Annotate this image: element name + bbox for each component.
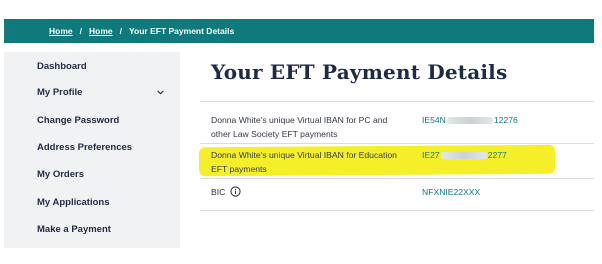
sidebar-item-label: Dashboard xyxy=(37,61,87,72)
iban-pc-value-prefix: IE54N xyxy=(422,115,446,125)
sidebar-item-address-preferences[interactable]: Address Preferences xyxy=(37,142,164,153)
divider xyxy=(200,210,594,211)
breadcrumb-home-link-2[interactable]: Home xyxy=(89,26,113,36)
page-title: Your EFT Payment Details xyxy=(211,60,508,84)
divider xyxy=(200,101,594,102)
sidebar-nav: Dashboard My Profile Change Password Add… xyxy=(4,52,180,248)
bic-value: NFXNIE22XXX xyxy=(422,187,481,197)
sidebar-item-change-password[interactable]: Change Password xyxy=(37,115,164,126)
breadcrumb-home-link[interactable]: Home xyxy=(49,26,73,36)
breadcrumb-separator: / xyxy=(79,26,82,36)
sidebar-item-my-profile[interactable]: My Profile xyxy=(37,87,164,98)
redacted-mask xyxy=(440,152,487,160)
divider xyxy=(200,143,594,144)
iban-education-value: IE27 2277 xyxy=(422,148,507,162)
sidebar-item-label: My Profile xyxy=(37,87,83,98)
breadcrumb-separator: / xyxy=(119,26,122,36)
iban-education-value-prefix: IE27 xyxy=(422,150,440,160)
breadcrumb: Home / Home / Your EFT Payment Details xyxy=(4,19,594,43)
sidebar-item-my-applications[interactable]: My Applications xyxy=(37,197,164,208)
iban-pc-value-suffix: 12276 xyxy=(493,115,518,125)
iban-education-value-suffix: 2277 xyxy=(487,150,507,160)
sidebar-item-dashboard[interactable]: Dashboard xyxy=(37,61,164,72)
iban-pc-value: IE54N 12276 xyxy=(422,113,518,127)
iban-pc-label: Donna White's unique Virtual IBAN for PC… xyxy=(211,115,388,139)
sidebar-item-label: My Orders xyxy=(37,169,84,180)
redacted-mask xyxy=(446,117,493,125)
sidebar-item-make-a-payment[interactable]: Make a Payment xyxy=(37,224,164,235)
divider xyxy=(200,178,594,179)
sidebar-item-label: My Applications xyxy=(37,197,110,208)
sidebar-item-label: Make a Payment xyxy=(37,224,111,235)
breadcrumb-current: Your EFT Payment Details xyxy=(129,26,235,36)
iban-education-label: Donna White's unique Virtual IBAN for Ed… xyxy=(211,150,397,174)
chevron-down-icon[interactable] xyxy=(157,89,164,96)
info-icon[interactable] xyxy=(230,186,241,197)
sidebar-item-label: Address Preferences xyxy=(37,142,133,153)
sidebar-item-label: Change Password xyxy=(37,115,120,126)
sidebar-item-my-orders[interactable]: My Orders xyxy=(37,169,164,180)
